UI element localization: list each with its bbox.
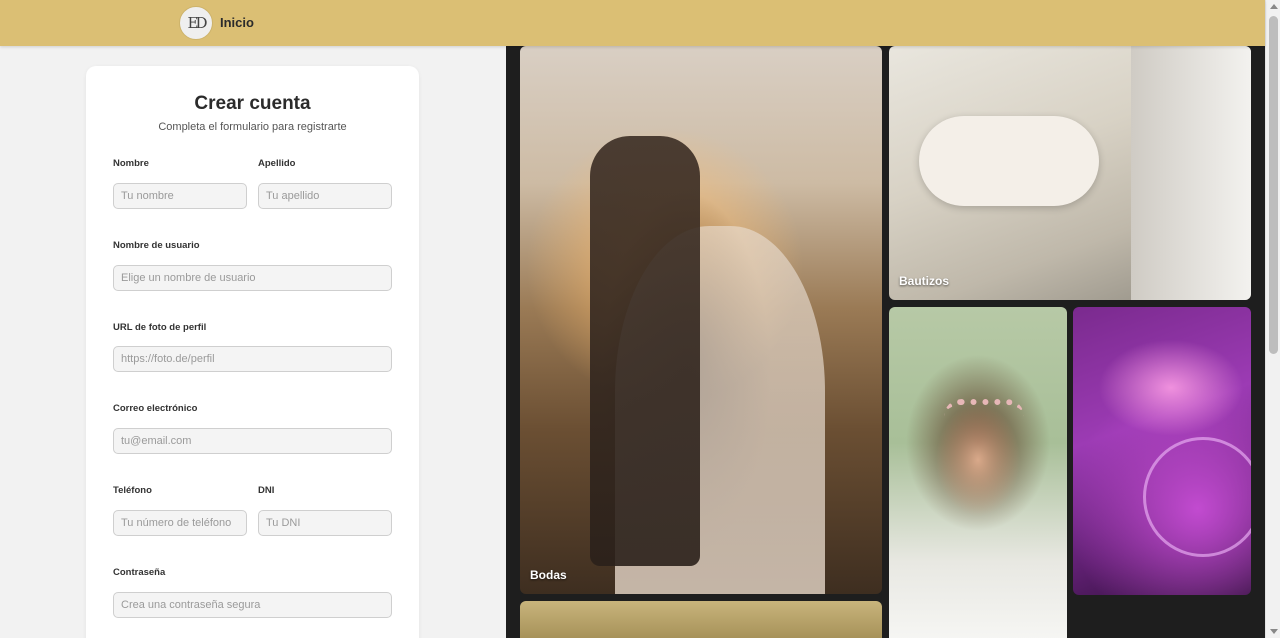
form-subtitle: Completa el formulario para registrarte <box>158 121 347 133</box>
first-name-label: Nombre <box>113 158 149 169</box>
form-area: Crear cuenta Completa el formulario para… <box>0 46 506 638</box>
communion-photo <box>944 399 1024 421</box>
gallery-tile-bautizos[interactable]: Bautizos <box>889 46 1251 300</box>
phone-input[interactable] <box>113 510 247 536</box>
top-navbar: ED Inicio <box>0 0 1265 46</box>
email-input[interactable] <box>113 428 392 454</box>
scroll-up-arrow-icon[interactable] <box>1270 4 1278 9</box>
baptism-photo-priest <box>1131 46 1251 300</box>
username-label: Nombre de usuario <box>113 240 200 251</box>
wedding-photo-groom <box>590 136 700 566</box>
logo-icon[interactable]: ED <box>179 6 213 40</box>
scroll-thumb[interactable] <box>1269 16 1278 354</box>
nav-home-link[interactable]: Inicio <box>220 15 254 30</box>
gallery-tile-bodas[interactable]: Bodas <box>520 46 882 594</box>
baptism-photo <box>919 116 1099 206</box>
first-name-input[interactable] <box>113 183 247 209</box>
tile-caption: Bodas <box>530 568 567 582</box>
phone-label: Teléfono <box>113 485 152 496</box>
gallery-tile-communion[interactable] <box>889 307 1067 638</box>
scroll-down-arrow-icon[interactable] <box>1270 629 1278 634</box>
gallery-tile-dj[interactable] <box>1073 307 1251 595</box>
register-card: Crear cuenta Completa el formulario para… <box>86 66 419 638</box>
tile-caption: Bautizos <box>899 274 950 288</box>
last-name-label: Apellido <box>258 158 296 169</box>
photo-url-label: URL de foto de perfil <box>113 322 207 333</box>
logo-monogram: ED <box>187 14 208 32</box>
photo-url-input[interactable] <box>113 346 392 372</box>
event-gallery: Bodas Bautizos <box>506 46 1265 638</box>
gallery-tile-decor[interactable] <box>520 601 882 638</box>
dni-label: DNI <box>258 485 275 496</box>
form-title: Crear cuenta <box>194 93 311 114</box>
username-input[interactable] <box>113 265 392 291</box>
email-label: Correo electrónico <box>113 403 198 414</box>
password-label: Contraseña <box>113 567 166 578</box>
dni-input[interactable] <box>258 510 392 536</box>
password-input[interactable] <box>113 592 392 618</box>
page-scrollbar[interactable] <box>1265 0 1280 638</box>
last-name-input[interactable] <box>258 183 392 209</box>
dj-photo <box>1143 437 1251 557</box>
